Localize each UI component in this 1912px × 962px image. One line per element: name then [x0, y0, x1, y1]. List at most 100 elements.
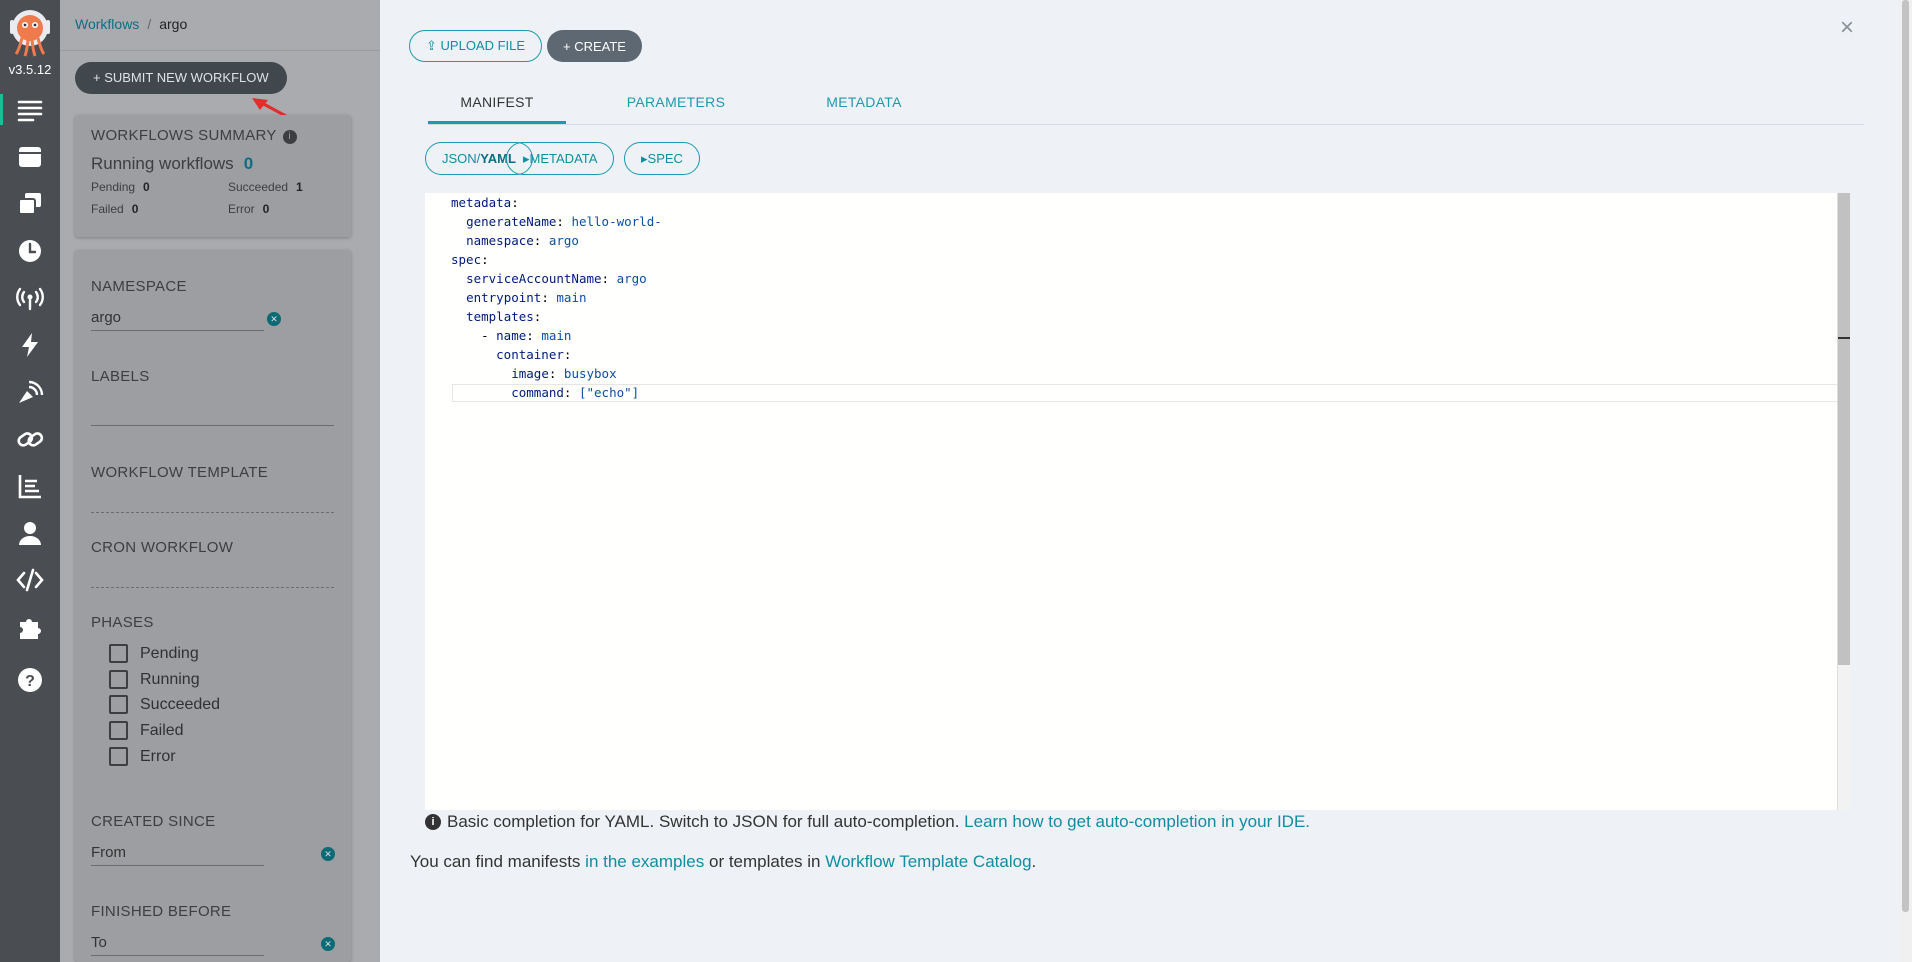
- tab-metadata[interactable]: METADATA: [795, 84, 933, 124]
- argo-logo[interactable]: [8, 8, 52, 60]
- page-scrollbar[interactable]: [1899, 0, 1912, 962]
- nav-links[interactable]: [0, 415, 60, 462]
- summary-title: WORKFLOWS SUMMARY i: [91, 127, 335, 144]
- checkbox-icon: [109, 747, 128, 766]
- code-line[interactable]: entrypoint: main: [451, 288, 662, 307]
- workflow-template-select[interactable]: [91, 487, 334, 513]
- nav-help[interactable]: ?: [0, 656, 60, 703]
- code-line[interactable]: serviceAccountName: argo: [451, 269, 662, 288]
- submit-workflow-drawer: × ⇪ UPLOAD FILE + CREATE MANIFEST PARAME…: [380, 0, 1912, 962]
- cron-workflow-select[interactable]: [91, 562, 334, 588]
- phases-label: PHASES: [91, 614, 154, 631]
- tab-manifest[interactable]: MANIFEST: [428, 84, 566, 124]
- clear-namespace-icon[interactable]: ✕: [267, 312, 281, 326]
- manifest-editor[interactable]: metadata: generateName: hello-world- nam…: [425, 193, 1850, 810]
- code-value: argo: [548, 233, 579, 248]
- reports-icon: [18, 474, 41, 498]
- code-key: image: [511, 366, 549, 381]
- running-workflows: Running workflows 0: [91, 154, 254, 173]
- clear-finished-before-icon[interactable]: ✕: [321, 937, 335, 951]
- nav-event-flow[interactable]: [0, 368, 60, 415]
- stat-error: Error 0: [228, 202, 270, 216]
- editor-scrollbar[interactable]: [1837, 193, 1850, 810]
- nav-cluster-templates[interactable]: [0, 180, 60, 227]
- upload-file-button[interactable]: ⇪ UPLOAD FILE: [409, 30, 543, 62]
- code-key: command: [511, 385, 564, 400]
- code-line[interactable]: spec:: [451, 250, 662, 269]
- phase-checkbox-pending[interactable]: Pending: [109, 644, 199, 663]
- tab-parameters[interactable]: PARAMETERS: [607, 84, 745, 124]
- phase-checkbox-failed[interactable]: Failed: [109, 721, 184, 740]
- spec-toggle[interactable]: ▸SPEC: [624, 142, 700, 175]
- created-since-input[interactable]: From: [91, 840, 264, 866]
- filters-panel: NAMESPACE argo ✕ LABELS WORKFLOW TEMPLAT…: [75, 250, 351, 962]
- event-sources-icon: [16, 287, 44, 310]
- breadcrumb-workflows-link[interactable]: Workflows: [75, 16, 139, 32]
- nav-workflows[interactable]: [0, 86, 60, 133]
- code-value: hello-world-: [571, 214, 662, 229]
- stat-failed: Failed 0: [91, 202, 139, 216]
- submit-new-workflow-button[interactable]: + SUBMIT NEW WORKFLOW: [75, 62, 287, 94]
- finished-before-input[interactable]: To: [91, 930, 264, 956]
- code-key: generateName: [466, 214, 557, 229]
- code-key: templates: [466, 309, 534, 324]
- code-line[interactable]: container:: [451, 345, 662, 364]
- code-line[interactable]: generateName: hello-world-: [451, 212, 662, 231]
- event-flow-icon: [19, 380, 44, 403]
- code-key: namespace: [466, 233, 534, 248]
- nav-workflow-templates[interactable]: [0, 133, 60, 180]
- autocompletion-ide-link[interactable]: Learn how to get auto-completion in your…: [964, 812, 1310, 832]
- nav-cron-workflows[interactable]: [0, 227, 60, 274]
- nav-sensors[interactable]: [0, 321, 60, 368]
- namespace-label: NAMESPACE: [91, 278, 187, 295]
- running-count[interactable]: 0: [244, 154, 253, 173]
- page-scroll-thumb[interactable]: [1902, 0, 1909, 912]
- editor-scroll-thumb[interactable]: [1838, 193, 1850, 665]
- workflow-templates-icon: [19, 146, 41, 167]
- manifest-code[interactable]: metadata: generateName: hello-world- nam…: [451, 193, 662, 402]
- checkbox-icon: [109, 721, 128, 740]
- stat-succeeded: Succeeded 1: [228, 180, 303, 194]
- code-line[interactable]: - name: main: [451, 326, 662, 345]
- links-icon: [17, 431, 44, 447]
- nav-reports[interactable]: [0, 462, 60, 509]
- template-catalog-link[interactable]: Workflow Template Catalog: [825, 852, 1031, 871]
- header-divider: [60, 50, 380, 51]
- create-button[interactable]: + CREATE: [547, 30, 642, 62]
- namespace-input[interactable]: argo: [91, 305, 264, 331]
- clear-created-since-icon[interactable]: ✕: [321, 847, 335, 861]
- version-label: v3.5.12: [8, 62, 52, 77]
- examples-link[interactable]: in the examples: [585, 852, 704, 871]
- code-line[interactable]: templates:: [451, 307, 662, 326]
- nav-api-docs[interactable]: [0, 556, 60, 603]
- cron-workflows-icon: [19, 239, 41, 262]
- info-icon[interactable]: i: [282, 130, 297, 144]
- phase-checkbox-succeeded[interactable]: Succeeded: [109, 695, 220, 714]
- close-drawer-icon[interactable]: ×: [1840, 14, 1854, 42]
- nav-event-sources[interactable]: [0, 274, 60, 321]
- api-docs-icon: [16, 568, 44, 591]
- code-value: argo: [616, 271, 647, 286]
- nav-user[interactable]: [0, 509, 60, 556]
- created-since-label: CREATED SINCE: [91, 813, 216, 830]
- breadcrumb-current: argo: [159, 16, 188, 32]
- code-line[interactable]: metadata:: [451, 193, 662, 212]
- code-line[interactable]: namespace: argo: [451, 231, 662, 250]
- labels-label: LABELS: [91, 368, 150, 385]
- workflows-summary-panel: WORKFLOWS SUMMARY i Running workflows 0 Pe…: [75, 115, 351, 237]
- autocompletion-hint: i Basic completion for YAML. Switch to J…: [425, 812, 1310, 832]
- phase-checkbox-running[interactable]: Running: [109, 670, 200, 689]
- drawer-tabs: MANIFEST PARAMETERS METADATA: [428, 84, 1864, 125]
- svg-text:?: ?: [25, 673, 35, 690]
- phase-checkbox-error[interactable]: Error: [109, 747, 176, 766]
- code-line[interactable]: command: ["echo"]: [451, 383, 662, 402]
- code-key: metadata: [451, 195, 512, 210]
- nav-plugins[interactable]: [0, 603, 60, 650]
- user-icon: [19, 521, 41, 545]
- nav-rail: v3.5.12 ?: [0, 0, 60, 962]
- code-line[interactable]: image: busybox: [451, 364, 662, 383]
- metadata-toggle[interactable]: ▸METADATA: [506, 142, 615, 175]
- summary-stats: Pending 0 Succeeded 1 Failed 0 Error 0: [91, 180, 335, 216]
- labels-input[interactable]: [91, 400, 334, 426]
- cursor-position-marker: [1838, 337, 1850, 339]
